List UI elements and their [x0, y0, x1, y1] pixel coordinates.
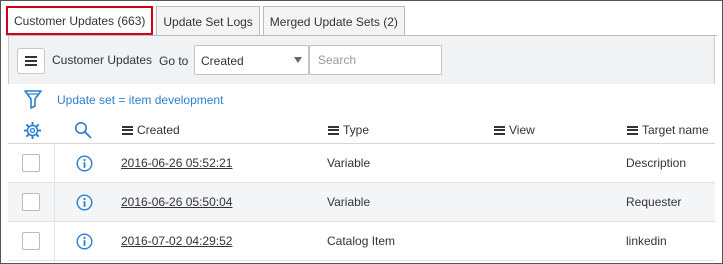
row-select-cell — [8, 183, 55, 222]
row-checkbox[interactable] — [22, 154, 40, 172]
list-menu-button[interactable] — [17, 48, 45, 74]
column-type-label: Type — [343, 123, 370, 137]
column-type[interactable]: Type — [328, 123, 369, 137]
list-menu-icon — [328, 125, 339, 135]
target-name-cell: Description — [626, 156, 687, 170]
list-header: Customer Updates Go to Created — [8, 36, 715, 84]
info-icon[interactable] — [76, 233, 93, 253]
row-select-cell — [8, 222, 55, 261]
search-icon[interactable] — [74, 121, 92, 142]
tab-bar: Customer Updates (663) Update Set Logs M… — [6, 6, 408, 36]
filter-icon[interactable] — [24, 89, 42, 112]
goto-label: Go to — [159, 54, 189, 68]
column-created[interactable]: Created — [122, 123, 180, 137]
table-row: 2016-07-02 04:29:52 Catalog Item linkedi… — [8, 222, 715, 261]
type-cell: Variable — [327, 156, 371, 170]
column-view[interactable]: View — [494, 123, 535, 137]
tab-customer-updates[interactable]: Customer Updates (663) — [6, 6, 154, 35]
target-name-cell: Requester — [626, 195, 682, 209]
column-header-row: Created Type View Target name — [8, 116, 715, 144]
table-row: 2016-06-26 05:52:21 Variable Description — [8, 144, 715, 183]
info-icon[interactable] — [76, 155, 93, 175]
column-created-label: Created — [137, 123, 180, 137]
list-menu-icon — [494, 125, 505, 135]
type-cell: Variable — [327, 195, 371, 209]
caret-down-icon — [294, 57, 302, 63]
menu-icon — [25, 56, 37, 66]
column-target-label: Target name — [642, 123, 709, 137]
created-link[interactable]: 2016-06-26 05:52:21 — [121, 156, 232, 170]
row-checkbox[interactable] — [22, 193, 40, 211]
row-checkbox[interactable] — [22, 232, 40, 250]
row-select-cell — [8, 144, 55, 183]
list-title: Customer Updates — [52, 53, 153, 67]
created-link[interactable]: 2016-06-26 05:50:04 — [121, 195, 232, 209]
column-view-label: View — [509, 123, 535, 137]
goto-field-select[interactable]: Created — [194, 45, 309, 75]
target-name-cell: linkedin — [626, 234, 667, 248]
tab-merged-update-sets[interactable]: Merged Update Sets (2) — [262, 6, 405, 36]
gear-icon[interactable] — [23, 121, 42, 142]
goto-selected-value: Created — [201, 54, 244, 68]
search-input[interactable] — [309, 45, 442, 75]
created-link[interactable]: 2016-07-02 04:29:52 — [121, 234, 232, 248]
info-icon[interactable] — [76, 194, 93, 214]
table-row: 2016-06-26 05:50:04 Variable Requester — [8, 183, 715, 222]
list-menu-icon — [122, 125, 133, 135]
column-target-name[interactable]: Target name — [627, 123, 709, 137]
list-menu-icon — [627, 125, 638, 135]
tab-update-set-logs[interactable]: Update Set Logs — [156, 6, 260, 36]
filter-breadcrumb[interactable]: Update set = item development — [57, 93, 223, 107]
type-cell: Catalog Item — [327, 234, 396, 248]
